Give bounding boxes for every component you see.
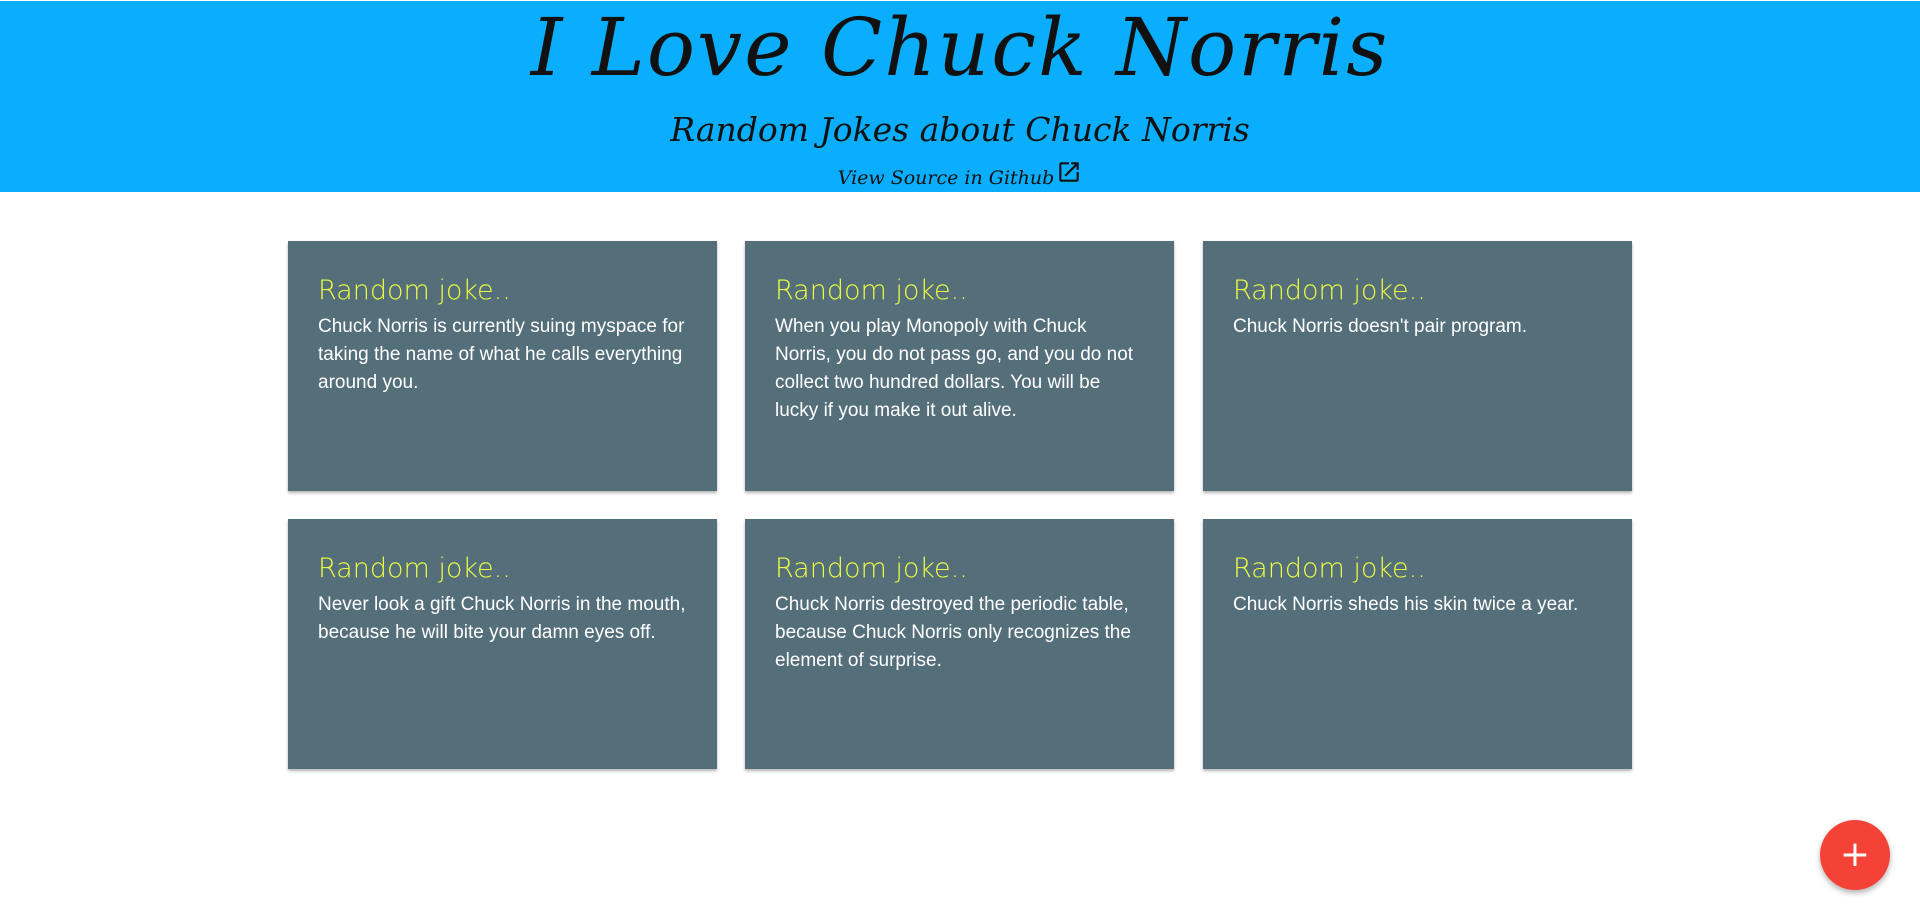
joke-card: Random joke.. Chuck Norris destroyed the… (745, 519, 1174, 769)
joke-card-text: Chuck Norris doesn't pair program. (1233, 316, 1528, 337)
joke-card: Random joke.. Chuck Norris sheds his ski… (1203, 519, 1632, 769)
view-source-label: View Source in Github (837, 167, 1055, 189)
joke-card-title: Random joke.. (1233, 275, 1426, 306)
joke-card-title: Random joke.. (318, 553, 511, 584)
joke-card-text: Chuck Norris is currently suing myspace … (318, 316, 685, 393)
plus-icon: + (1839, 834, 1871, 875)
joke-card-text: When you play Monopoly with Chuck Norris… (775, 316, 1134, 421)
site-title: I Love Chuck Norris (530, 1, 1390, 94)
joke-card: Random joke.. When you play Monopoly wit… (745, 241, 1174, 491)
site-subtitle: Random Jokes about Chuck Norris (670, 110, 1250, 149)
joke-card: Random joke.. Chuck Norris is currently … (288, 241, 717, 491)
joke-card-text: Chuck Norris sheds his skin twice a year… (1233, 594, 1579, 615)
joke-card-title: Random joke.. (775, 275, 968, 306)
joke-card-title: Random joke.. (1233, 553, 1426, 584)
external-link-icon (1059, 162, 1080, 182)
joke-card-text: Never look a gift Chuck Norris in the mo… (318, 594, 686, 643)
joke-card-title: Random joke.. (318, 275, 511, 306)
add-joke-button[interactable]: + (1820, 820, 1890, 890)
joke-card-title: Random joke.. (775, 553, 968, 584)
view-source-link[interactable]: View Source in Github (0, 162, 1920, 191)
joke-card: Random joke.. Never look a gift Chuck No… (288, 519, 717, 769)
joke-card-text: Chuck Norris destroyed the periodic tabl… (775, 594, 1131, 671)
site-header: I Love Chuck Norris Random Jokes about C… (0, 1, 1920, 192)
joke-card: Random joke.. Chuck Norris doesn't pair … (1203, 241, 1632, 491)
